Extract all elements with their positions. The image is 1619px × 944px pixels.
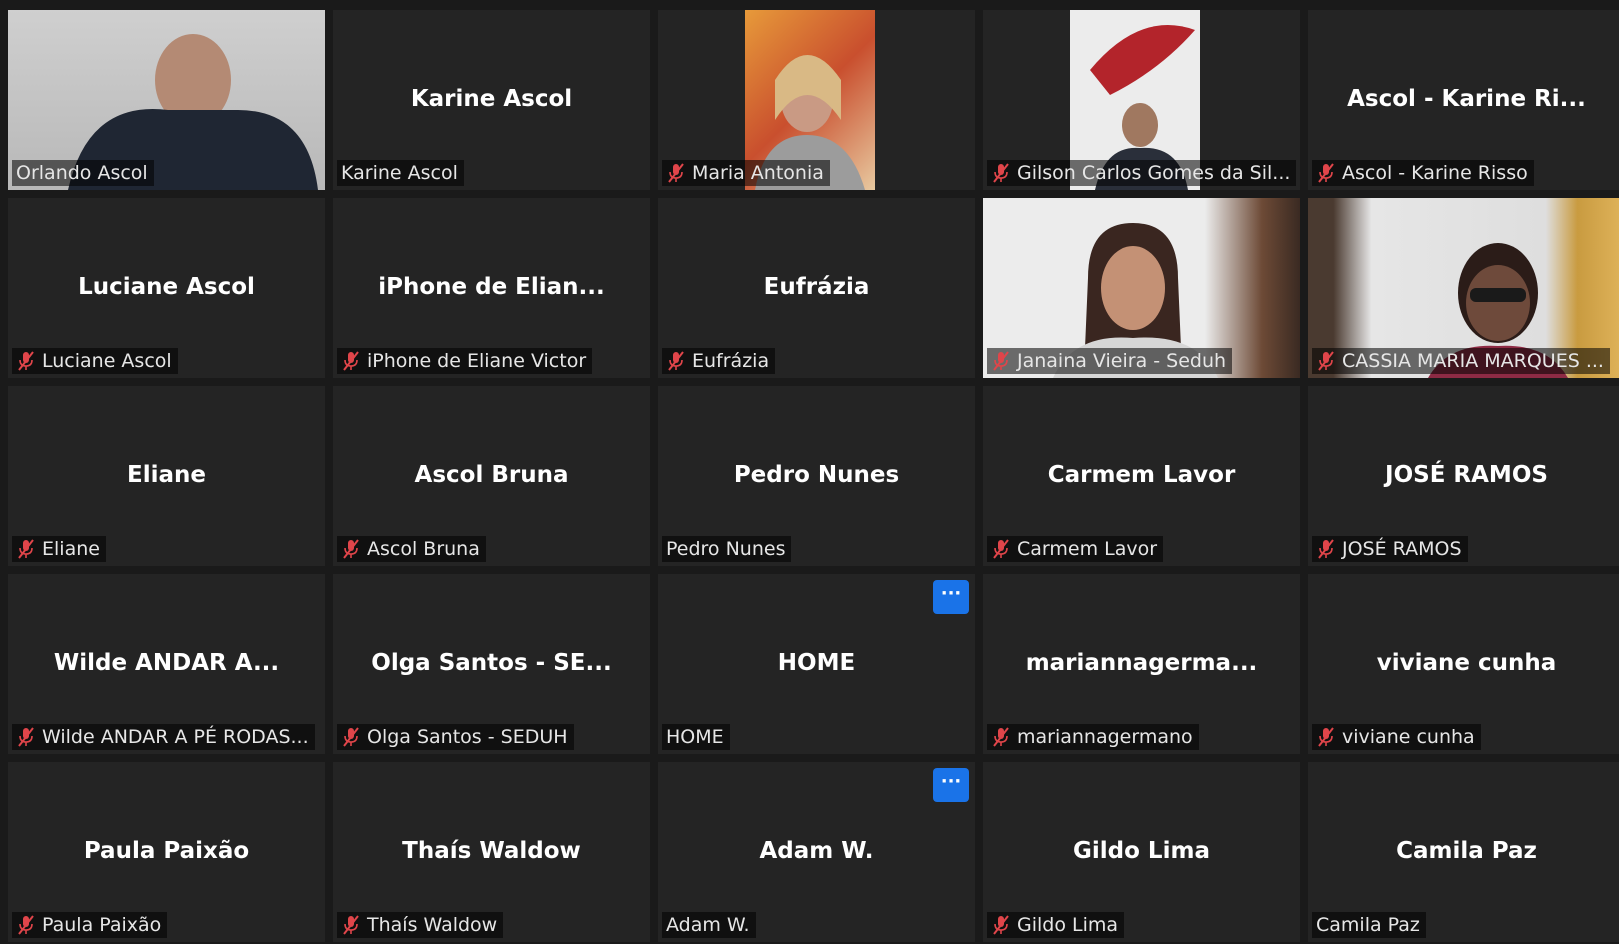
participant-tile-viviane-cunha[interactable]: viviane cunha viviane cunha — [1308, 574, 1619, 754]
participant-name-tag: HOME — [662, 724, 730, 750]
muted-mic-icon — [343, 351, 359, 371]
participant-tile-eufrazia[interactable]: Eufrázia Eufrázia — [658, 198, 975, 378]
participant-tile-carmem-lavor[interactable]: Carmem Lavor Carmem Lavor — [983, 386, 1300, 566]
participant-name-tag: JOSÉ RAMOS — [1312, 536, 1468, 562]
participant-name-tag: Thaís Waldow — [337, 912, 504, 938]
participant-name-tag: mariannagermano — [987, 724, 1199, 750]
participant-tile-gilson-carlos[interactable]: Gilson Carlos Gomes da Sil... — [983, 10, 1300, 190]
muted-mic-icon — [18, 539, 34, 559]
muted-mic-icon — [343, 915, 359, 935]
muted-mic-icon — [993, 727, 1009, 747]
participant-tile-maria-antonia[interactable]: Maria Antonia — [658, 10, 975, 190]
participant-display-name: JOSÉ RAMOS — [1385, 462, 1548, 488]
participant-display-name: Ascol Bruna — [414, 462, 569, 488]
participant-tile-iphone-eliane[interactable]: iPhone de Elian... iPhone de Eliane Vict… — [333, 198, 650, 378]
participant-name-tag: Wilde ANDAR A PÉ RODAS... — [12, 724, 315, 750]
participant-display-name: viviane cunha — [1376, 650, 1557, 676]
participant-tile-olga-santos[interactable]: Olga Santos - SE... Olga Santos - SEDUH — [333, 574, 650, 754]
participant-display-name: Ascol - Karine Ri... — [1347, 86, 1586, 112]
muted-mic-icon — [18, 915, 34, 935]
participant-tile-adam-w[interactable]: ··· Adam W. Adam W. — [658, 762, 975, 942]
participant-name-tag: Luciane Ascol — [12, 348, 178, 374]
participant-display-name: Adam W. — [759, 838, 874, 864]
participant-tile-janaina-vieira[interactable]: Janaina Vieira - Seduh — [983, 198, 1300, 378]
participant-display-name: Eliane — [127, 462, 206, 488]
participant-display-name: Luciane Ascol — [78, 274, 255, 300]
muted-mic-icon — [18, 727, 34, 747]
participant-name-tag: Maria Antonia — [662, 160, 830, 186]
participant-name-tag: Orlando Ascol — [12, 160, 154, 186]
participant-gallery: Orlando Ascol Karine Ascol Karine Ascol … — [8, 10, 1619, 944]
participant-name-tag: Camila Paz — [1312, 912, 1426, 938]
participant-display-name: Karine Ascol — [410, 86, 573, 112]
participant-display-name: Pedro Nunes — [733, 462, 900, 488]
participant-name-tag: Eliane — [12, 536, 106, 562]
participant-tile-orlando-ascol[interactable]: Orlando Ascol — [8, 10, 325, 190]
participant-tile-paula-paixao[interactable]: Paula Paixão Paula Paixão — [8, 762, 325, 942]
participant-name-tag: viviane cunha — [1312, 724, 1481, 750]
participant-display-name: Gildo Lima — [1073, 838, 1210, 864]
more-options-button[interactable]: ··· — [933, 768, 969, 802]
participant-name-tag: Karine Ascol — [337, 160, 464, 186]
participant-tile-eliane[interactable]: Eliane Eliane — [8, 386, 325, 566]
participant-tile-cassia-maria[interactable]: CASSIA MARIA MARQUES ... — [1308, 198, 1619, 378]
participant-tile-home[interactable]: ··· HOME HOME — [658, 574, 975, 754]
muted-mic-icon — [993, 163, 1009, 183]
participant-name-tag: CASSIA MARIA MARQUES ... — [1312, 348, 1610, 374]
muted-mic-icon — [343, 727, 359, 747]
muted-mic-icon — [668, 351, 684, 371]
participant-display-name: HOME — [777, 650, 856, 676]
participant-tile-wilde-andar[interactable]: Wilde ANDAR A... Wilde ANDAR A PÉ RODAS.… — [8, 574, 325, 754]
muted-mic-icon — [1318, 163, 1334, 183]
participant-display-name: mariannagerma... — [1025, 650, 1258, 676]
participant-display-name: Wilde ANDAR A... — [53, 650, 280, 676]
muted-mic-icon — [993, 351, 1009, 371]
muted-mic-icon — [1318, 727, 1334, 747]
participant-display-name: Olga Santos - SE... — [371, 650, 612, 676]
participant-display-name: Carmem Lavor — [1047, 462, 1236, 488]
participant-name-tag: Carmem Lavor — [987, 536, 1164, 562]
participant-tile-mariannagermano[interactable]: mariannagerma... mariannagermano — [983, 574, 1300, 754]
participant-name-tag: Ascol - Karine Risso — [1312, 160, 1534, 186]
participant-name-tag: Adam W. — [662, 912, 756, 938]
participant-tile-camila-paz[interactable]: Camila Paz Camila Paz — [1308, 762, 1619, 942]
muted-mic-icon — [1318, 539, 1334, 559]
participant-display-name: Eufrázia — [763, 274, 870, 300]
participant-name-tag: Pedro Nunes — [662, 536, 792, 562]
participant-tile-ascol-bruna[interactable]: Ascol Bruna Ascol Bruna — [333, 386, 650, 566]
participant-tile-thais-waldow[interactable]: Thaís Waldow Thaís Waldow — [333, 762, 650, 942]
muted-mic-icon — [18, 351, 34, 371]
participant-name-tag: Olga Santos - SEDUH — [337, 724, 574, 750]
participant-name-tag: Gildo Lima — [987, 912, 1125, 938]
participant-name-tag: Eufrázia — [662, 348, 776, 374]
participant-name-tag: Ascol Bruna — [337, 536, 486, 562]
participant-tile-gildo-lima[interactable]: Gildo Lima Gildo Lima — [983, 762, 1300, 942]
muted-mic-icon — [1318, 351, 1334, 371]
muted-mic-icon — [668, 163, 684, 183]
muted-mic-icon — [993, 915, 1009, 935]
participant-display-name: Paula Paixão — [83, 838, 250, 864]
participant-tile-luciane-ascol[interactable]: Luciane Ascol Luciane Ascol — [8, 198, 325, 378]
participant-tile-pedro-nunes[interactable]: Pedro Nunes Pedro Nunes — [658, 386, 975, 566]
participant-display-name: Thaís Waldow — [402, 838, 581, 864]
participant-name-tag: Gilson Carlos Gomes da Sil... — [987, 160, 1297, 186]
participant-name-tag: Paula Paixão — [12, 912, 168, 938]
participant-name-tag: Janaina Vieira - Seduh — [987, 348, 1233, 374]
participant-tile-jose-ramos[interactable]: JOSÉ RAMOS JOSÉ RAMOS — [1308, 386, 1619, 566]
participant-display-name: iPhone de Elian... — [378, 274, 605, 300]
participant-tile-karine-risso[interactable]: Ascol - Karine Ri... Ascol - Karine Riss… — [1308, 10, 1619, 190]
participant-tile-karine-ascol[interactable]: Karine Ascol Karine Ascol — [333, 10, 650, 190]
participant-name-tag: iPhone de Eliane Victor — [337, 348, 593, 374]
participant-display-name: Camila Paz — [1396, 838, 1537, 864]
more-options-button[interactable]: ··· — [933, 580, 969, 614]
muted-mic-icon — [993, 539, 1009, 559]
muted-mic-icon — [343, 539, 359, 559]
